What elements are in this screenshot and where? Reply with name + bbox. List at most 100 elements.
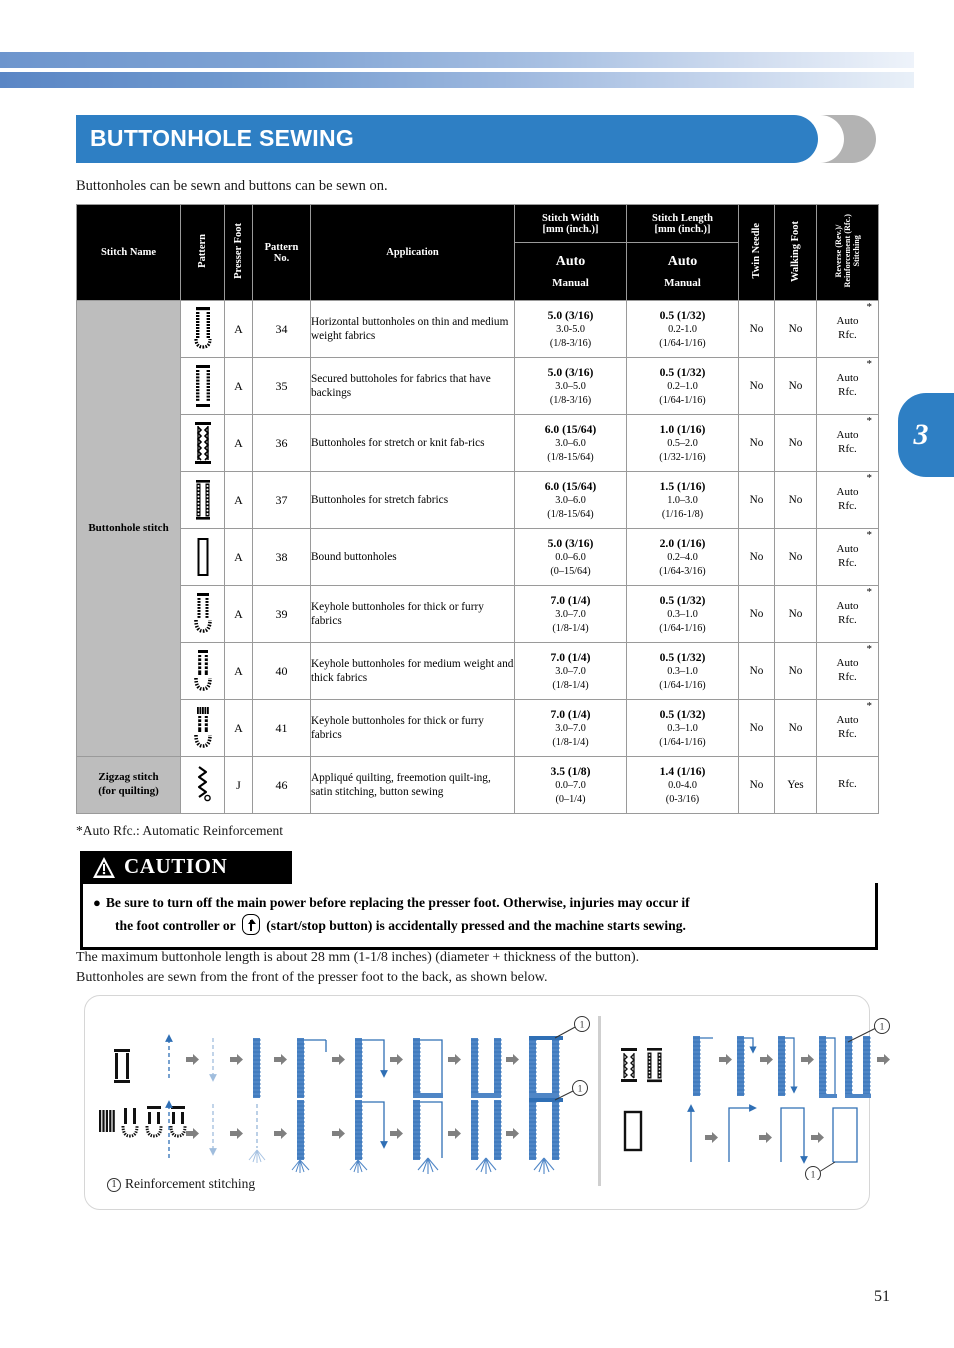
- footnote-star: *: [866, 643, 873, 655]
- stitch-width-34: 5.0 (3/16) 3.0-5.0 (1/8-3/16): [514, 300, 627, 358]
- reverse-stitching-46: Rfc.: [816, 756, 879, 814]
- callout-marker-1: 1: [107, 1178, 121, 1192]
- pattern-no-37: 37: [252, 471, 311, 529]
- diagram-arrow: [811, 1132, 824, 1143]
- pattern-glyph-41: [180, 699, 225, 757]
- stitch-length-35: 0.5 (1/32) 0.2–1.0 (1/64-1/16): [626, 357, 739, 415]
- stitch-length-34: 0.5 (1/32) 0.2-1.0 (1/64-1/16): [626, 300, 739, 358]
- diagram-right-row2-step2: [728, 1104, 757, 1162]
- presser-foot-35: A: [224, 357, 253, 415]
- reverse-stitching-36: * Auto Rfc.: [816, 414, 879, 472]
- pattern-no-35: 35: [252, 357, 311, 415]
- footnote-star: *: [866, 358, 873, 370]
- paragraph-line-1: The maximum buttonhole length is about 2…: [76, 950, 640, 965]
- application-38: Bound buttonholes: [310, 528, 515, 586]
- pattern-no-36: 36: [252, 414, 311, 472]
- col-header-reverse-reinforcement: Reverse (Rev.)/ Reinforcement (Rfc.) Sti…: [816, 204, 879, 301]
- pattern-glyph-40: [180, 642, 225, 700]
- pattern-no-41: 41: [252, 699, 311, 757]
- walking-foot-36: No: [774, 414, 817, 472]
- twin-needle-46: No: [738, 756, 775, 814]
- application-41: Keyhole buttonholes for thick or furry f…: [310, 699, 515, 757]
- diagram-arrow: [332, 1128, 345, 1139]
- bullet-icon: ●: [93, 895, 101, 910]
- group-label-zigzag-stitch: Zigzag stitch (for quilting): [76, 756, 181, 814]
- callout-number: 1: [580, 1020, 585, 1030]
- pattern-glyph-38: [180, 528, 225, 586]
- page-top-decoration: [0, 0, 954, 95]
- diagram-row2-step3: [248, 1104, 266, 1163]
- diagram-row1-step3: [252, 1037, 262, 1099]
- presser-foot-41: A: [224, 699, 253, 757]
- footnote-star: *: [866, 301, 873, 313]
- warning-triangle-icon: [93, 857, 115, 878]
- pattern-glyph-46: [180, 756, 225, 814]
- application-39: Keyhole buttonholes for thick or furry f…: [310, 585, 515, 643]
- application-46: Appliqué quilting, freemotion quilt-ing,…: [310, 756, 515, 814]
- diagram-row1-step6: [412, 1037, 443, 1099]
- pattern-glyph-36: [180, 414, 225, 472]
- presser-foot-34: A: [224, 300, 253, 358]
- diagram-row1-step4: [296, 1037, 327, 1099]
- pattern-no-38: 38: [252, 528, 311, 586]
- table-row: A 35 Secured buttoholes for fabrics that…: [77, 357, 879, 415]
- stitch-width-46: 3.5 (1/8) 0.0–7.0 (0–1/4): [514, 756, 627, 814]
- stitch-width-39: 7.0 (1/4) 3.0–7.0 (1/8-1/4): [514, 585, 627, 643]
- diagram-arrow: [390, 1054, 403, 1065]
- stitch-width-41: 7.0 (1/4) 3.0–7.0 (1/8-1/4): [514, 699, 627, 757]
- callout-number: 1: [880, 1022, 885, 1032]
- page-number: 51: [874, 1288, 890, 1305]
- stitch-width-40: 7.0 (1/4) 3.0–7.0 (1/8-1/4): [514, 642, 627, 700]
- col-header-twin-needle: Twin Needle: [738, 204, 775, 301]
- presser-foot-40: A: [224, 642, 253, 700]
- pattern-no-46: 46: [252, 756, 311, 814]
- col-header-stitch-name: Stitch Name: [76, 204, 181, 301]
- table-row: Zigzag stitch (for quilting) J 46 Appliq…: [76, 756, 879, 814]
- intro-text: Buttonholes can be sewn and buttons can …: [76, 178, 388, 194]
- stitch-length-41: 0.5 (1/32) 0.3–1.0 (1/64-1/16): [626, 699, 739, 757]
- diagram-row1-step7: [470, 1037, 503, 1099]
- stitch-spec-table-wrapper: Stitch Name Pattern Presser Foot Pattern…: [76, 204, 879, 814]
- diagram-row2-sample-glyphs: [99, 1106, 187, 1138]
- footnote-star: *: [866, 586, 873, 598]
- diagram-row2-step4: [291, 1099, 310, 1173]
- diagram-row1-step8: [528, 1025, 578, 1099]
- col-header-application: Application: [310, 204, 515, 301]
- col-header-presser-foot: Presser Foot: [224, 204, 253, 301]
- stitch-length-46: 1.4 (1/16) 0.0-4.0 (0-3/16): [626, 756, 739, 814]
- page-title: BUTTONHOLE SEWING: [90, 125, 355, 151]
- diagram-arrow: [274, 1054, 287, 1065]
- table-row: A 37 Buttonholes for stretch fabrics 6.0…: [77, 471, 879, 529]
- col-header-pattern-no: Pattern No.: [252, 204, 311, 301]
- group-label-buttonhole-stitch: Buttonhole stitch: [76, 300, 181, 757]
- application-34: Horizontal buttonholes on thin and mediu…: [310, 300, 515, 358]
- stitch-width-35: 5.0 (3/16) 3.0–5.0 (1/8-3/16): [514, 357, 627, 415]
- col-header-pattern: Pattern: [180, 204, 225, 301]
- max-length-paragraph: The maximum buttonhole length is about 2…: [76, 948, 886, 988]
- presser-foot-39: A: [224, 585, 253, 643]
- pattern-no-34: 34: [252, 300, 311, 358]
- presser-foot-37: A: [224, 471, 253, 529]
- col-header-walking-foot: Walking Foot: [774, 204, 817, 301]
- caution-block: CAUTION ● Be sure to turn off the main po…: [80, 851, 878, 951]
- walking-foot-46: Yes: [774, 756, 817, 814]
- callout-number: 1: [811, 1170, 816, 1180]
- col-header-length-auto-manual: Auto Manual: [626, 242, 739, 301]
- footnote-star: *: [866, 472, 873, 484]
- application-40: Keyhole buttonholes for medium weight an…: [310, 642, 515, 700]
- walking-foot-37: No: [774, 471, 817, 529]
- pattern-glyph-34: [180, 300, 225, 358]
- caution-line-2: the foot controller or (start/stop butto…: [93, 914, 865, 937]
- start-stop-button-icon: [241, 914, 260, 936]
- pattern-glyph-35: [180, 357, 225, 415]
- stitch-width-37: 6.0 (15/64) 3.0–6.0 (1/8-15/64): [514, 471, 627, 529]
- diagram-arrow: [390, 1128, 403, 1139]
- diagram-arrow: [332, 1054, 345, 1065]
- presser-foot-38: A: [224, 528, 253, 586]
- twin-needle-41: No: [738, 699, 775, 757]
- stitch-width-36: 6.0 (15/64) 3.0–6.0 (1/8-15/64): [514, 414, 627, 472]
- diagram-row2-step6: [412, 1099, 443, 1174]
- reverse-stitching-40: * Auto Rfc.: [816, 642, 879, 700]
- table-row: A 36 Buttonholes for stretch or knit fab…: [77, 414, 879, 472]
- caution-message-box: ● Be sure to turn off the main power befo…: [80, 883, 878, 951]
